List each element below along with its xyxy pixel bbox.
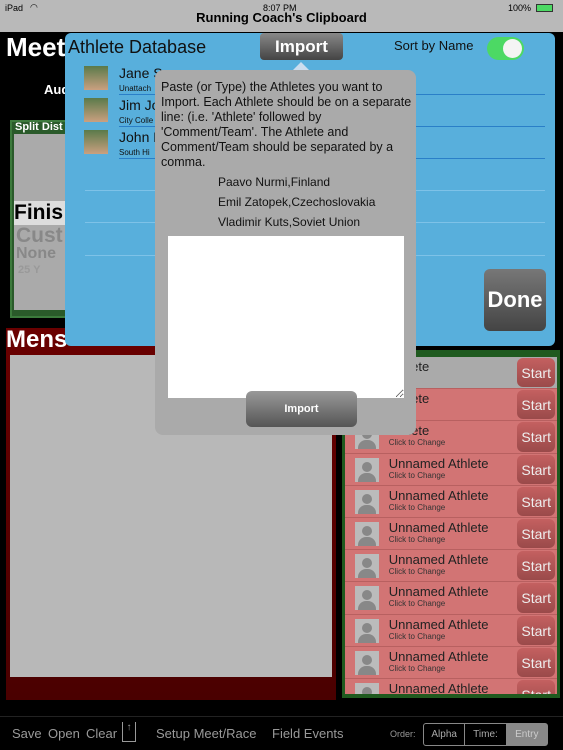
sort-by-name-toggle[interactable] — [487, 37, 524, 60]
start-button[interactable]: Start — [517, 679, 555, 694]
start-button[interactable]: Start — [517, 518, 555, 549]
done-button[interactable]: Done — [484, 269, 546, 331]
avatar-placeholder-icon — [355, 521, 379, 546]
setup-meet-button[interactable]: Setup Meet/Race — [156, 726, 256, 741]
slot-name: Unnamed Athlete — [388, 680, 489, 694]
start-button[interactable]: Start — [517, 583, 555, 613]
battery-percent: 100% — [508, 3, 532, 13]
athlete-photo — [84, 130, 108, 154]
athlete-team: Unattach — [119, 84, 152, 93]
slot-name: Unnamed Athlete — [388, 519, 489, 535]
athlete-slot[interactable]: Unnamed Athlete Click to Change Start — [345, 517, 557, 551]
import-tab-button[interactable]: Import — [260, 33, 343, 60]
order-label: Order: — [390, 729, 416, 739]
athlete-slot[interactable]: Unnamed Athlete Click to Change Start — [345, 582, 557, 615]
slot-sub: Click to Change — [388, 470, 446, 480]
save-button[interactable]: Save — [12, 726, 42, 741]
avatar-placeholder-icon — [355, 682, 379, 694]
slot-sub: Click to Change — [388, 599, 446, 609]
athlete-slot[interactable]: Unnamed Athlete Click to Change Start — [345, 614, 557, 647]
app-title: Running Coach's Clipboard — [196, 10, 367, 25]
slot-sub: Click to Change — [388, 567, 446, 577]
import-textarea[interactable] — [168, 236, 404, 398]
popover-title: Athlete Database — [68, 37, 207, 57]
athlete-slot[interactable]: Unnamed Athlete Click to Change Start — [345, 646, 557, 679]
start-button[interactable]: Start — [517, 551, 555, 581]
avatar-placeholder-icon — [355, 586, 379, 611]
status-bar: iPad ◠ 8:07 PM Running Coach's Clipboard… — [0, 0, 563, 32]
order-entry[interactable]: Entry — [506, 724, 547, 745]
slot-name: Unnamed Athlete — [388, 455, 489, 471]
avatar-placeholder-icon — [355, 457, 379, 482]
athlete-slot[interactable]: Unnamed Athlete Click to Change Start — [345, 550, 557, 583]
start-button[interactable]: Start — [517, 358, 555, 388]
split-label: Split Dist — [15, 121, 63, 133]
open-button[interactable]: Open — [48, 726, 80, 741]
avatar-placeholder-icon — [355, 650, 379, 675]
athlete-slot[interactable]: Unnamed Athlete Click to Change Start — [345, 485, 557, 518]
meet-title: Meet — [6, 32, 66, 62]
order-segmented-control[interactable]: Alpha Time: Entry — [423, 723, 548, 746]
clear-button[interactable]: Clear — [86, 726, 117, 741]
athlete-photo — [84, 98, 108, 122]
athlete-team: South Hi — [119, 148, 150, 157]
race-title: Mens — [6, 326, 68, 353]
yards-option[interactable]: 25 Y — [18, 264, 40, 276]
start-button[interactable]: Start — [517, 422, 555, 452]
example-line: Vladimir Kuts,Soviet Union — [218, 215, 361, 229]
import-instructions: Paste (or Type) the Athletes you want to… — [161, 80, 412, 169]
order-alpha[interactable]: Alpha — [424, 724, 466, 745]
none-option[interactable]: None — [16, 245, 56, 263]
slot-name: Unnamed Athlete — [388, 648, 489, 664]
slot-sub: Click to Change — [388, 663, 446, 673]
athlete-team: City Colle — [119, 116, 154, 125]
athlete-name: Jim Jo — [119, 97, 160, 113]
athlete-slot[interactable]: Unnamed Athlete Click to Change Start — [345, 453, 557, 486]
slot-name: Unnamed Athlete — [388, 584, 489, 600]
import-button[interactable]: Import — [246, 391, 357, 427]
popover-arrow — [293, 62, 309, 70]
avatar-placeholder-icon — [355, 618, 379, 643]
start-button[interactable]: Start — [517, 454, 555, 484]
athlete-slot[interactable]: Unnamed Athlete Start — [345, 678, 557, 694]
sort-by-name-label: Sort by Name — [394, 38, 474, 53]
order-time[interactable]: Time: — [465, 724, 507, 745]
slot-name: Unnamed Athlete — [388, 552, 489, 568]
start-button[interactable]: Start — [517, 615, 555, 645]
slot-sub: Click to Change — [388, 534, 446, 544]
slot-sub: Click to Change — [388, 631, 446, 641]
example-line: Emil Zatopek,Czechoslovakia — [218, 195, 376, 209]
example-line: Paavo Nurmi,Finland — [218, 175, 331, 189]
avatar-placeholder-icon — [355, 489, 379, 514]
avatar-placeholder-icon — [355, 554, 379, 579]
start-button[interactable]: Start — [517, 390, 555, 420]
start-button[interactable]: Start — [517, 647, 555, 677]
battery-icon — [536, 4, 553, 12]
start-button[interactable]: Start — [517, 486, 555, 516]
slot-sub: Click to Change — [388, 438, 446, 448]
slot-name: Unnamed Athlete — [388, 616, 489, 632]
slot-sub: Click to Change — [388, 502, 446, 512]
slot-name: Unnamed Athlete — [388, 487, 489, 503]
field-events-button[interactable]: Field Events — [272, 726, 344, 741]
share-icon[interactable]: ↑ — [122, 722, 136, 742]
athlete-photo — [84, 66, 108, 90]
